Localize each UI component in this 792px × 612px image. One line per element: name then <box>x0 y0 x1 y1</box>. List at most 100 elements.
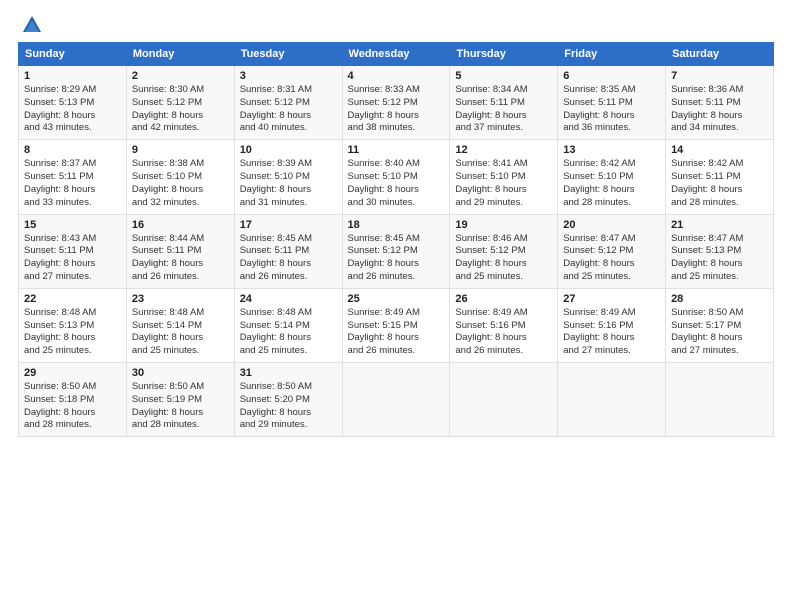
day-info-line: Daylight: 8 hours <box>240 332 337 345</box>
calendar-cell: 11Sunrise: 8:40 AMSunset: 5:10 PMDayligh… <box>342 140 450 214</box>
day-content: Sunrise: 8:39 AMSunset: 5:10 PMDaylight:… <box>240 158 337 209</box>
day-number: 21 <box>671 219 768 231</box>
calendar-table: SundayMondayTuesdayWednesdayThursdayFrid… <box>18 42 774 437</box>
day-content: Sunrise: 8:36 AMSunset: 5:11 PMDaylight:… <box>671 84 768 135</box>
day-number: 4 <box>348 70 445 82</box>
day-info-line: Daylight: 8 hours <box>563 332 660 345</box>
day-number: 6 <box>563 70 660 82</box>
day-info-line: Daylight: 8 hours <box>455 110 552 123</box>
day-info-line: and 25 minutes. <box>24 345 121 358</box>
day-content: Sunrise: 8:47 AMSunset: 5:12 PMDaylight:… <box>563 233 660 284</box>
calendar-cell: 2Sunrise: 8:30 AMSunset: 5:12 PMDaylight… <box>126 66 234 140</box>
day-info-line: Sunrise: 8:38 AM <box>132 158 229 171</box>
day-number: 24 <box>240 293 337 305</box>
day-content: Sunrise: 8:47 AMSunset: 5:13 PMDaylight:… <box>671 233 768 284</box>
day-info-line: Daylight: 8 hours <box>348 332 445 345</box>
day-info-line: Daylight: 8 hours <box>671 110 768 123</box>
day-info-line: and 25 minutes. <box>455 271 552 284</box>
day-content: Sunrise: 8:49 AMSunset: 5:16 PMDaylight:… <box>563 307 660 358</box>
day-content: Sunrise: 8:50 AMSunset: 5:20 PMDaylight:… <box>240 381 337 432</box>
day-info-line: Sunset: 5:12 PM <box>348 245 445 258</box>
day-info-line: Sunrise: 8:46 AM <box>455 233 552 246</box>
week-row-5: 29 Sunrise: 8:50 AMSunset: 5:18 PMDayligh… <box>19 363 774 437</box>
day-info-line: Sunrise: 8:35 AM <box>563 84 660 97</box>
day-info-line: and 43 minutes. <box>24 122 121 135</box>
day-info-line: Sunset: 5:14 PM <box>132 320 229 333</box>
day-info-line: Sunrise: 8:50 AM <box>671 307 768 320</box>
day-info-line: and 26 minutes. <box>455 345 552 358</box>
day-number: 29 <box>24 367 121 379</box>
day-content: Sunrise: 8:45 AMSunset: 5:12 PMDaylight:… <box>348 233 445 284</box>
day-number: 1 <box>24 70 121 82</box>
day-number: 18 <box>348 219 445 231</box>
day-info-line: Daylight: 8 hours <box>24 258 121 271</box>
day-info-line: Sunrise: 8:48 AM <box>132 307 229 320</box>
weekday-header-tuesday: Tuesday <box>234 43 342 66</box>
day-content: Sunrise: 8:50 AMSunset: 5:17 PMDaylight:… <box>671 307 768 358</box>
calendar-cell: 26Sunrise: 8:49 AMSunset: 5:16 PMDayligh… <box>450 288 558 362</box>
day-number: 13 <box>563 144 660 156</box>
day-info-line: Sunrise: 8:48 AM <box>24 307 121 320</box>
day-info-line: Sunset: 5:13 PM <box>671 245 768 258</box>
weekday-header-saturday: Saturday <box>666 43 774 66</box>
day-info-line: Daylight: 8 hours <box>348 184 445 197</box>
day-info-line: Sunset: 5:11 PM <box>563 97 660 110</box>
day-number: 11 <box>348 144 445 156</box>
day-info-line: Daylight: 8 hours <box>455 184 552 197</box>
day-info-line: Sunset: 5:15 PM <box>348 320 445 333</box>
day-number: 16 <box>132 219 229 231</box>
day-info-line: Sunrise: 8:48 AM <box>240 307 337 320</box>
day-number: 28 <box>671 293 768 305</box>
day-content: Sunrise: 8:33 AMSunset: 5:12 PMDaylight:… <box>348 84 445 135</box>
day-info-line: Daylight: 8 hours <box>24 110 121 123</box>
weekday-header-thursday: Thursday <box>450 43 558 66</box>
day-number: 10 <box>240 144 337 156</box>
weekday-header-friday: Friday <box>558 43 666 66</box>
day-content: Sunrise: 8:50 AMSunset: 5:18 PMDaylight:… <box>24 381 121 432</box>
day-content: Sunrise: 8:31 AMSunset: 5:12 PMDaylight:… <box>240 84 337 135</box>
day-info-line: and 30 minutes. <box>348 197 445 210</box>
calendar-cell: 18 Sunrise: 8:45 AMSunset: 5:12 PMDayligh… <box>342 214 450 288</box>
day-info-line: and 26 minutes. <box>240 271 337 284</box>
day-info-line: and 33 minutes. <box>24 197 121 210</box>
day-info-line: and 26 minutes. <box>348 271 445 284</box>
day-info-line: and 29 minutes. <box>240 419 337 432</box>
day-content: Sunrise: 8:30 AMSunset: 5:12 PMDaylight:… <box>132 84 229 135</box>
day-info-line: Daylight: 8 hours <box>24 332 121 345</box>
day-info-line: and 27 minutes. <box>563 345 660 358</box>
day-number: 31 <box>240 367 337 379</box>
day-info-line: Sunrise: 8:41 AM <box>455 158 552 171</box>
calendar-cell: 13Sunrise: 8:42 AMSunset: 5:10 PMDayligh… <box>558 140 666 214</box>
weekday-header-sunday: Sunday <box>19 43 127 66</box>
day-number: 12 <box>455 144 552 156</box>
day-content: Sunrise: 8:46 AMSunset: 5:12 PMDaylight:… <box>455 233 552 284</box>
day-number: 5 <box>455 70 552 82</box>
weekday-header-monday: Monday <box>126 43 234 66</box>
calendar-cell: 5 Sunrise: 8:34 AMSunset: 5:11 PMDaylight… <box>450 66 558 140</box>
logo <box>18 18 43 32</box>
day-info-line: Daylight: 8 hours <box>563 184 660 197</box>
calendar-cell: 27Sunrise: 8:49 AMSunset: 5:16 PMDayligh… <box>558 288 666 362</box>
header <box>18 18 774 32</box>
page: SundayMondayTuesdayWednesdayThursdayFrid… <box>0 0 792 612</box>
day-content: Sunrise: 8:50 AMSunset: 5:19 PMDaylight:… <box>132 381 229 432</box>
day-content: Sunrise: 8:44 AMSunset: 5:11 PMDaylight:… <box>132 233 229 284</box>
calendar-cell: 10 Sunrise: 8:39 AMSunset: 5:10 PMDayligh… <box>234 140 342 214</box>
day-content: Sunrise: 8:34 AMSunset: 5:11 PMDaylight:… <box>455 84 552 135</box>
day-info-line: Sunrise: 8:42 AM <box>563 158 660 171</box>
day-info-line: Sunset: 5:10 PM <box>132 171 229 184</box>
day-info-line: Sunrise: 8:49 AM <box>455 307 552 320</box>
day-info-line: and 37 minutes. <box>455 122 552 135</box>
day-info-line: and 34 minutes. <box>671 122 768 135</box>
day-number: 3 <box>240 70 337 82</box>
day-number: 15 <box>24 219 121 231</box>
day-content: Sunrise: 8:48 AMSunset: 5:14 PMDaylight:… <box>132 307 229 358</box>
day-number: 7 <box>671 70 768 82</box>
calendar-cell: 20Sunrise: 8:47 AMSunset: 5:12 PMDayligh… <box>558 214 666 288</box>
calendar-cell: 7 Sunrise: 8:36 AMSunset: 5:11 PMDaylight… <box>666 66 774 140</box>
calendar-cell: 16 Sunrise: 8:44 AMSunset: 5:11 PMDayligh… <box>126 214 234 288</box>
calendar-cell: 1Sunrise: 8:29 AMSunset: 5:13 PMDaylight… <box>19 66 127 140</box>
calendar-cell: 17Sunrise: 8:45 AMSunset: 5:11 PMDayligh… <box>234 214 342 288</box>
calendar-cell: 24Sunrise: 8:48 AMSunset: 5:14 PMDayligh… <box>234 288 342 362</box>
calendar-cell: 9Sunrise: 8:38 AMSunset: 5:10 PMDaylight… <box>126 140 234 214</box>
